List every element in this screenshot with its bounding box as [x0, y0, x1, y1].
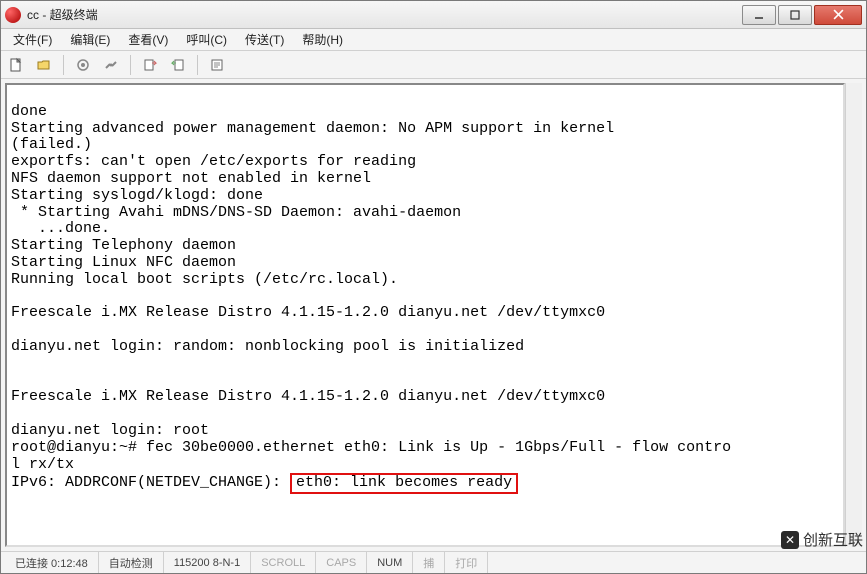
- status-caps: CAPS: [316, 552, 367, 573]
- status-baud: 115200 8-N-1: [164, 552, 251, 573]
- terminal-line: [11, 87, 839, 104]
- menu-file[interactable]: 文件(F): [5, 29, 60, 50]
- menu-transfer[interactable]: 传送(T): [237, 29, 292, 50]
- status-capture: 捕: [413, 552, 445, 573]
- maximize-button[interactable]: [778, 5, 812, 25]
- menu-view[interactable]: 查看(V): [120, 29, 176, 50]
- terminal-wrap: doneStarting advanced power management d…: [1, 79, 866, 551]
- status-print: 打印: [445, 552, 488, 573]
- terminal-line: Freescale i.MX Release Distro 4.1.15-1.2…: [11, 389, 839, 406]
- toolbar-separator: [130, 55, 131, 75]
- terminal-line: [11, 406, 839, 423]
- minimize-button[interactable]: [742, 5, 776, 25]
- terminal-line: Starting Telephony daemon: [11, 238, 839, 255]
- terminal-line: Running local boot scripts (/etc/rc.loca…: [11, 272, 839, 289]
- terminal-line: Starting advanced power management daemo…: [11, 121, 839, 138]
- terminal-line: exportfs: can't open /etc/exports for re…: [11, 154, 839, 171]
- menu-call[interactable]: 呼叫(C): [178, 29, 235, 50]
- terminal-line: dianyu.net login: random: nonblocking po…: [11, 339, 839, 356]
- terminal-line: l rx/tx: [11, 457, 839, 474]
- connect-icon[interactable]: [72, 54, 94, 76]
- terminal-line: dianyu.net login: root: [11, 423, 839, 440]
- terminal-line: * Starting Avahi mDNS/DNS-SD Daemon: ava…: [11, 205, 839, 222]
- terminal-line: IPv6: ADDRCONF(NETDEV_CHANGE): eth0: lin…: [11, 473, 839, 494]
- highlighted-text: eth0: link becomes ready: [290, 473, 518, 494]
- window-title: cc - 超级终端: [27, 6, 98, 23]
- terminal-line: Starting Linux NFC daemon: [11, 255, 839, 272]
- menubar: 文件(F) 编辑(E) 查看(V) 呼叫(C) 传送(T) 帮助(H): [1, 29, 866, 51]
- status-num: NUM: [367, 552, 413, 573]
- toolbar-separator: [197, 55, 198, 75]
- terminal-line: [11, 373, 839, 390]
- close-button[interactable]: [814, 5, 862, 25]
- status-autodetect: 自动检测: [99, 552, 164, 573]
- app-window: cc - 超级终端 文件(F) 编辑(E) 查看(V) 呼叫(C) 传送(T) …: [0, 0, 867, 574]
- menu-help[interactable]: 帮助(H): [294, 29, 351, 50]
- terminal-line: (failed.): [11, 137, 839, 154]
- scrollbar[interactable]: [845, 83, 862, 547]
- terminal-line: Freescale i.MX Release Distro 4.1.15-1.2…: [11, 305, 839, 322]
- terminal-line: [11, 356, 839, 373]
- toolbar-separator: [63, 55, 64, 75]
- menu-edit[interactable]: 编辑(E): [62, 29, 118, 50]
- terminal-output[interactable]: doneStarting advanced power management d…: [5, 83, 845, 547]
- terminal-line: root@dianyu:~# fec 30be0000.ethernet eth…: [11, 440, 839, 457]
- terminal-line: done: [11, 104, 839, 121]
- terminal-line: NFS daemon support not enabled in kernel: [11, 171, 839, 188]
- terminal-line: [11, 322, 839, 339]
- terminal-line: Starting syslogd/klogd: done: [11, 188, 839, 205]
- statusbar: 已连接 0:12:48 自动检测 115200 8-N-1 SCROLL CAP…: [1, 551, 866, 573]
- properties-icon[interactable]: [206, 54, 228, 76]
- new-file-icon[interactable]: [5, 54, 27, 76]
- toolbar: [1, 51, 866, 79]
- window-controls: [740, 5, 862, 25]
- status-scroll: SCROLL: [251, 552, 316, 573]
- receive-icon[interactable]: [167, 54, 189, 76]
- send-icon[interactable]: [139, 54, 161, 76]
- disconnect-icon[interactable]: [100, 54, 122, 76]
- titlebar: cc - 超级终端: [1, 1, 866, 29]
- open-file-icon[interactable]: [33, 54, 55, 76]
- terminal-line: ...done.: [11, 221, 839, 238]
- terminal-line: [11, 289, 839, 306]
- app-icon: [5, 7, 21, 23]
- status-connected: 已连接 0:12:48: [5, 552, 99, 573]
